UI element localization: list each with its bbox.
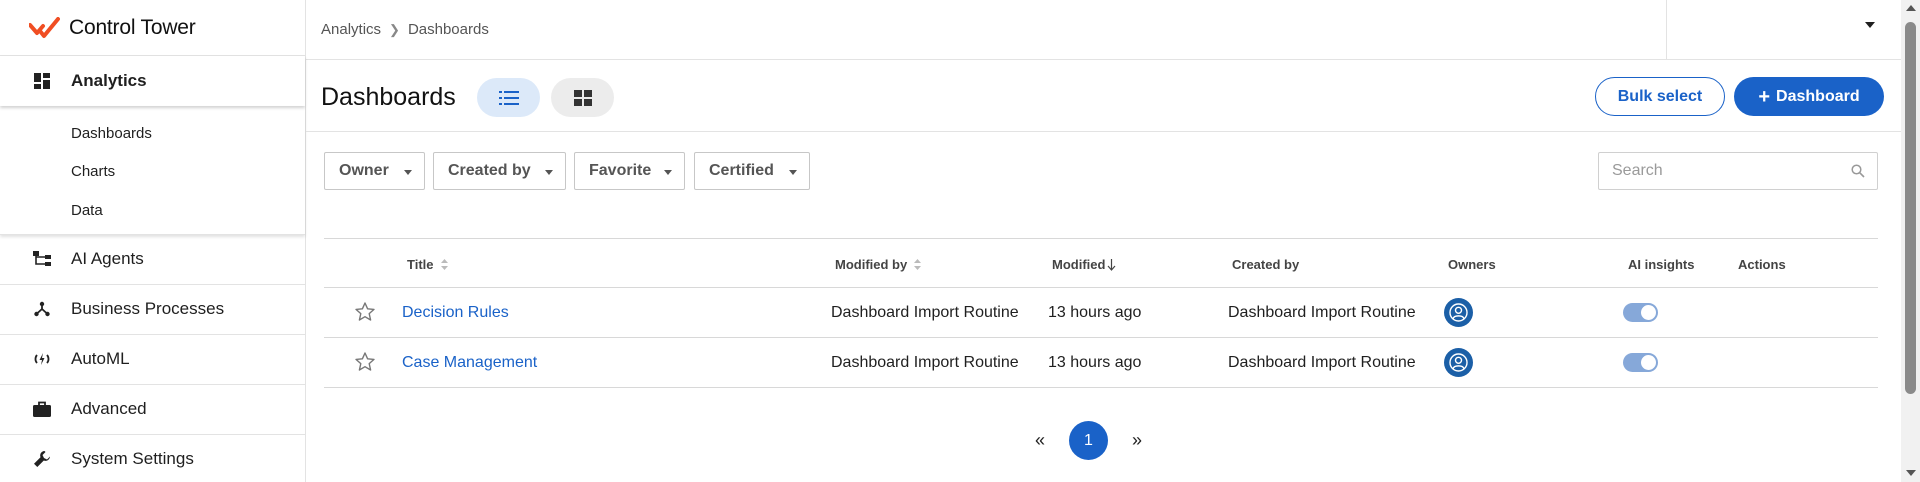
created-by-cell: Dashboard Import Routine bbox=[1228, 304, 1416, 321]
caret-down-icon bbox=[404, 170, 412, 175]
modified-by-cell: Dashboard Import Routine bbox=[831, 304, 1019, 321]
star-icon[interactable] bbox=[355, 352, 375, 371]
add-dashboard-button[interactable]: + Dashboard bbox=[1734, 77, 1884, 116]
caret-down-icon bbox=[545, 170, 553, 175]
caret-down-icon bbox=[664, 170, 672, 175]
column-header-created-by[interactable]: Created by bbox=[1232, 257, 1299, 272]
column-header-modified-by[interactable]: Modified by bbox=[835, 257, 922, 272]
page-header: Dashboards Bulk select + Dashboard bbox=[306, 60, 1901, 132]
table-header: Title Modified by Modified Created by Ow… bbox=[324, 238, 1878, 288]
filter-label: Certified bbox=[709, 162, 774, 179]
toggle-knob bbox=[1641, 305, 1656, 320]
created-by-cell: Dashboard Import Routine bbox=[1228, 354, 1416, 371]
dashboards-table: Title Modified by Modified Created by Ow… bbox=[324, 238, 1878, 388]
sidebar-item-label: AI Agents bbox=[71, 249, 144, 268]
ai-insights-toggle[interactable] bbox=[1623, 353, 1658, 372]
filter-owner[interactable]: Owner bbox=[324, 152, 425, 190]
page-title: Dashboards bbox=[321, 83, 456, 111]
sidebar-item-ai-agents[interactable]: AI Agents bbox=[0, 235, 305, 285]
scrollbar-thumb[interactable] bbox=[1905, 22, 1916, 394]
search-icon bbox=[1851, 164, 1865, 178]
sidebar-item-label: Advanced bbox=[71, 399, 147, 418]
list-view-button[interactable] bbox=[477, 78, 540, 117]
column-header-actions: Actions bbox=[1738, 257, 1786, 272]
filter-favorite[interactable]: Favorite bbox=[574, 152, 685, 190]
add-dashboard-label: Dashboard bbox=[1776, 87, 1860, 105]
pagination-prev[interactable]: « bbox=[1030, 430, 1050, 451]
column-header-title[interactable]: Title bbox=[407, 257, 448, 272]
user-avatar-icon[interactable] bbox=[1444, 348, 1473, 377]
breadcrumb-item-dashboards: Dashboards bbox=[407, 21, 489, 38]
filter-label: Created by bbox=[448, 162, 531, 179]
control-tower-logo-icon bbox=[29, 16, 60, 38]
branch-icon bbox=[32, 299, 52, 319]
search-box bbox=[1598, 152, 1878, 190]
sidebar-subitem-data[interactable]: Data bbox=[0, 191, 305, 230]
filter-label: Owner bbox=[339, 162, 389, 179]
vertical-scrollbar[interactable] bbox=[1901, 0, 1920, 482]
sidebar-item-business-processes[interactable]: Business Processes bbox=[0, 285, 305, 335]
table-row: Case Management Dashboard Import Routine… bbox=[324, 338, 1878, 388]
column-label: Title bbox=[407, 257, 434, 272]
toggle-knob bbox=[1641, 355, 1656, 370]
pagination-next[interactable]: » bbox=[1127, 430, 1147, 451]
grid-icon bbox=[573, 89, 592, 106]
caret-down-icon bbox=[789, 170, 797, 175]
filter-label: Favorite bbox=[589, 162, 652, 179]
sidebar-subitem-charts[interactable]: Charts bbox=[0, 153, 305, 192]
bulk-select-button[interactable]: Bulk select bbox=[1595, 77, 1725, 116]
sidebar-item-label: AutoML bbox=[71, 349, 130, 368]
breadcrumb-item-analytics[interactable]: Analytics bbox=[321, 21, 381, 38]
grid-view-button[interactable] bbox=[551, 78, 614, 117]
sidebar: Control Tower Analytics Dashboards Chart… bbox=[0, 0, 306, 482]
sidebar-item-label: Analytics bbox=[71, 71, 147, 90]
scroll-down-icon[interactable] bbox=[1906, 470, 1916, 476]
modified-by-cell: Dashboard Import Routine bbox=[831, 354, 1019, 371]
app-name: Control Tower bbox=[69, 15, 196, 39]
scroll-up-icon[interactable] bbox=[1906, 5, 1916, 11]
sidebar-item-label: Business Processes bbox=[71, 299, 225, 318]
modified-cell: 13 hours ago bbox=[1048, 354, 1142, 371]
ai-insights-toggle[interactable] bbox=[1623, 303, 1658, 322]
column-label: Modified by bbox=[835, 257, 908, 272]
wrench-icon bbox=[32, 449, 52, 469]
sidebar-item-analytics[interactable]: Analytics bbox=[0, 56, 305, 106]
column-label: Modified bbox=[1052, 257, 1106, 272]
column-header-ai-insights: AI insights bbox=[1628, 257, 1695, 272]
dashboard-title-link[interactable]: Case Management bbox=[402, 354, 537, 372]
user-avatar-icon[interactable] bbox=[1444, 298, 1473, 327]
hierarchy-icon bbox=[32, 249, 52, 269]
star-icon[interactable] bbox=[355, 302, 375, 321]
modified-cell: 13 hours ago bbox=[1048, 304, 1142, 321]
top-bar: Analytics ❯ Dashboards bbox=[306, 0, 1901, 60]
pagination: « 1 » bbox=[1030, 421, 1147, 460]
pagination-page-1[interactable]: 1 bbox=[1069, 421, 1108, 460]
briefcase-icon bbox=[32, 399, 52, 419]
filter-created-by[interactable]: Created by bbox=[433, 152, 566, 190]
dashboard-title-link[interactable]: Decision Rules bbox=[402, 304, 509, 322]
table-row: Decision Rules Dashboard Import Routine … bbox=[324, 288, 1878, 338]
column-header-owners: Owners bbox=[1448, 257, 1496, 272]
list-icon bbox=[498, 90, 519, 105]
column-header-modified[interactable]: Modified bbox=[1052, 257, 1116, 272]
sort-icon bbox=[440, 259, 448, 270]
brand: Control Tower bbox=[0, 0, 305, 56]
arrow-down-icon bbox=[1107, 258, 1116, 271]
caret-down-icon[interactable] bbox=[1865, 22, 1875, 28]
sidebar-subitem-dashboards[interactable]: Dashboards bbox=[0, 114, 305, 153]
breadcrumb: Analytics ❯ Dashboards bbox=[306, 21, 489, 38]
chevron-right-icon: ❯ bbox=[389, 21, 400, 37]
sidebar-item-label: System Settings bbox=[71, 449, 194, 468]
user-menu[interactable] bbox=[1666, 0, 1901, 60]
sidebar-item-system-settings[interactable]: System Settings bbox=[0, 435, 305, 482]
dashboard-grid-icon bbox=[32, 71, 52, 91]
sidebar-item-advanced[interactable]: Advanced bbox=[0, 385, 305, 435]
plus-icon: + bbox=[1758, 85, 1771, 108]
search-input[interactable] bbox=[1599, 153, 1839, 189]
automl-icon bbox=[32, 349, 52, 369]
analytics-subnav: Dashboards Charts Data bbox=[0, 106, 305, 235]
filter-certified[interactable]: Certified bbox=[694, 152, 810, 190]
sort-icon bbox=[914, 259, 922, 270]
sidebar-item-automl[interactable]: AutoML bbox=[0, 335, 305, 385]
